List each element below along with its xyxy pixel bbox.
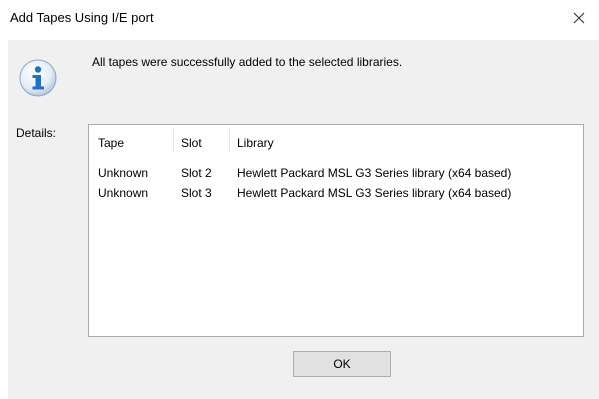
column-header-library[interactable]: Library [237, 136, 274, 150]
close-icon [573, 12, 585, 24]
column-divider[interactable] [173, 129, 174, 153]
dialog-window: Add Tapes Using I/E port All tapes were … [0, 0, 599, 399]
info-icon [18, 58, 58, 98]
cell-tape: Unknown [98, 186, 149, 200]
column-header-slot[interactable]: Slot [181, 136, 202, 150]
details-list[interactable]: Tape Slot Library Unknown Slot 2 Hewlett… [88, 124, 584, 337]
ok-button[interactable]: OK [293, 351, 391, 377]
cell-tape: Unknown [98, 166, 149, 180]
details-label: Details: [16, 126, 57, 140]
cell-library: Hewlett Packard MSL G3 Series library (x… [237, 186, 512, 200]
cell-slot: Slot 2 [181, 166, 212, 180]
column-divider[interactable] [229, 129, 230, 153]
dialog-body: All tapes were successfully added to the… [8, 40, 599, 399]
cell-library: Hewlett Packard MSL G3 Series library (x… [237, 166, 512, 180]
close-button[interactable] [559, 0, 599, 36]
title-bar: Add Tapes Using I/E port [0, 0, 599, 38]
window-title: Add Tapes Using I/E port [10, 10, 154, 25]
cell-slot: Slot 3 [181, 186, 212, 200]
status-message: All tapes were successfully added to the… [92, 55, 403, 69]
column-header-tape[interactable]: Tape [98, 136, 124, 150]
